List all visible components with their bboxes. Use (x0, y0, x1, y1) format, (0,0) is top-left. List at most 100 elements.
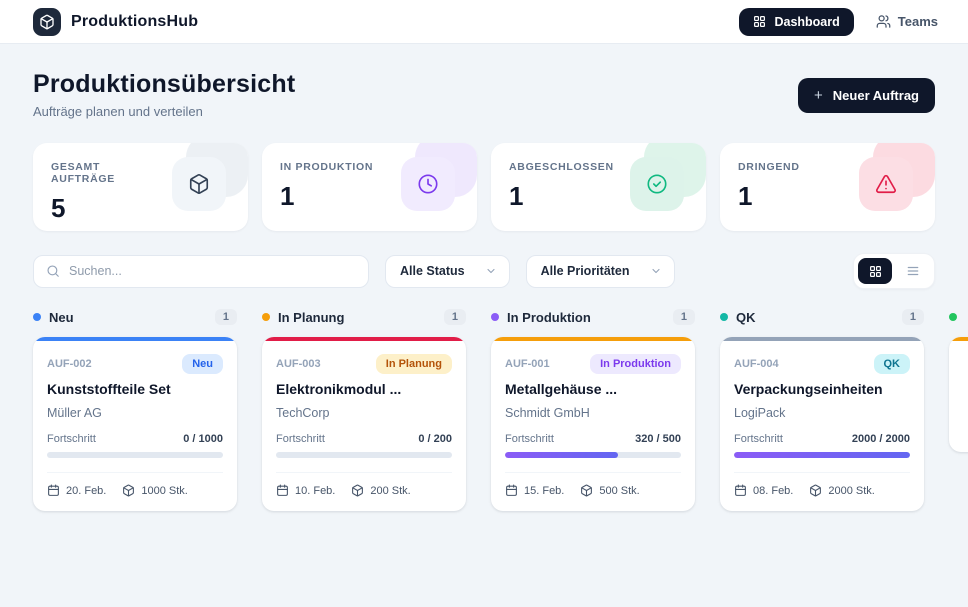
card-footer: 20. Feb. 1000 Stk. (47, 484, 223, 497)
stat-card: DRINGEND 1 (720, 143, 935, 231)
calendar-icon (276, 484, 289, 497)
quantity: 500 Stk. (580, 484, 639, 497)
grid-view-button[interactable] (858, 258, 892, 284)
quantity: 2000 Stk. (809, 484, 874, 497)
due-date: 08. Feb. (734, 484, 793, 497)
stat-label: ABGESCHLOSSEN (509, 161, 614, 173)
order-title: Metallgehäuse ... (505, 381, 681, 397)
nav-dashboard-button[interactable]: Dashboard (739, 8, 853, 36)
order-card[interactable]: AUF-001 In Produktion Metallgehäuse ... … (491, 337, 695, 511)
status-filter-select[interactable]: Alle Status (385, 255, 510, 288)
calendar-icon (734, 484, 747, 497)
app-logo-package-icon (33, 8, 61, 36)
column-count-badge: 1 (673, 309, 695, 325)
progress-value: 320 / 500 (635, 433, 681, 445)
clock-icon (401, 157, 455, 211)
view-toggle (853, 253, 935, 289)
quantity-label: 2000 Stk. (828, 485, 874, 497)
page-title: Produktionsübersicht (33, 70, 295, 99)
stat-card: ABGESCHLOSSEN 1 (491, 143, 706, 231)
stat-value: 5 (51, 193, 165, 224)
top-nav: ProduktionsHub Dashboard Teams (0, 0, 968, 44)
stat-value: 1 (509, 181, 614, 212)
stat-icon-area (622, 161, 688, 215)
column-status-dot (720, 313, 728, 321)
nav-teams-label: Teams (898, 14, 938, 29)
status-badge: Neu (182, 354, 223, 374)
column-header: QK 1 (720, 307, 924, 327)
stat-value: 1 (738, 181, 800, 212)
order-card[interactable]: AUF-002 Neu Kunststoffteile Set Müller A… (33, 337, 237, 511)
stat-value: 1 (280, 181, 373, 212)
order-card[interactable]: Fortschritt (949, 337, 968, 452)
progress-track (47, 452, 223, 458)
progress-header: Fortschritt 2000 / 2000 (734, 433, 910, 445)
grid-icon (753, 15, 766, 28)
card-footer: 15. Feb. 500 Stk. (505, 484, 681, 497)
due-date-label: 08. Feb. (753, 485, 793, 497)
column-header: In Produktion 1 (491, 307, 695, 327)
status-badge: In Produktion (590, 354, 681, 374)
kanban-column: Neu 1 AUF-002 Neu Kunststoffteile Set Mü… (33, 307, 237, 511)
progress-value: 0 / 200 (418, 433, 452, 445)
new-order-button[interactable]: + Neuer Auftrag (798, 78, 935, 113)
package-icon (580, 484, 593, 497)
stat-card: IN PRODUKTION 1 (262, 143, 477, 231)
column-status-dot (262, 313, 270, 321)
stat-label: GESAMT AUFTRÄGE (51, 161, 165, 185)
calendar-icon (505, 484, 518, 497)
column-header (949, 307, 968, 327)
page-header: Produktionsübersicht Aufträge planen und… (33, 70, 935, 119)
card-divider (734, 472, 910, 473)
nav-actions: Dashboard Teams (739, 8, 946, 36)
order-client: Schmidt GmbH (505, 406, 681, 420)
card-top-row: AUF-002 Neu (47, 354, 223, 374)
chevron-down-icon (485, 265, 497, 277)
column-cards: Fortschritt (949, 337, 968, 452)
column-count-badge: 1 (215, 309, 237, 325)
calendar-icon (47, 484, 60, 497)
progress-track (734, 452, 910, 458)
status-badge: In Planung (376, 354, 452, 374)
order-title: Elektronikmodul ... (276, 381, 452, 397)
progress-value: 0 / 1000 (183, 433, 223, 445)
order-id: AUF-003 (276, 358, 321, 370)
card-top-row: AUF-001 In Produktion (505, 354, 681, 374)
stat-text: ABGESCHLOSSEN 1 (509, 161, 614, 215)
priority-filter-value: Alle Prioritäten (541, 264, 630, 278)
nav-teams-button[interactable]: Teams (868, 8, 946, 35)
order-card[interactable]: AUF-004 QK Verpackungseinheiten LogiPack… (720, 337, 924, 511)
list-view-button[interactable] (896, 258, 930, 284)
quantity-label: 1000 Stk. (141, 485, 187, 497)
card-top-row: AUF-003 In Planung (276, 354, 452, 374)
alert-triangle-icon (859, 157, 913, 211)
column-header: In Planung 1 (262, 307, 466, 327)
card-body: AUF-003 In Planung Elektronikmodul ... T… (262, 341, 466, 511)
nav-dashboard-label: Dashboard (774, 15, 839, 29)
stat-label: DRINGEND (738, 161, 800, 173)
column-name: Neu (49, 310, 207, 325)
due-date: 10. Feb. (276, 484, 335, 497)
quantity-label: 200 Stk. (370, 485, 410, 497)
progress-header: Fortschritt 320 / 500 (505, 433, 681, 445)
quantity: 200 Stk. (351, 484, 410, 497)
search-input[interactable] (69, 264, 356, 278)
stat-text: GESAMT AUFTRÄGE 5 (51, 161, 165, 215)
brand: ProduktionsHub (33, 8, 198, 36)
stat-text: IN PRODUKTION 1 (280, 161, 373, 215)
progress-fill (734, 452, 910, 458)
search-box (33, 255, 369, 288)
kanban-column: Fortschritt (949, 307, 968, 511)
column-name: In Planung (278, 310, 436, 325)
progress-header: Fortschritt 0 / 1000 (47, 433, 223, 445)
priority-filter-select[interactable]: Alle Prioritäten (526, 255, 675, 288)
package-icon (809, 484, 822, 497)
check-circle-icon (630, 157, 684, 211)
package-icon (351, 484, 364, 497)
card-divider (276, 472, 452, 473)
card-divider (47, 472, 223, 473)
order-card[interactable]: AUF-003 In Planung Elektronikmodul ... T… (262, 337, 466, 511)
card-divider (505, 472, 681, 473)
column-status-dot (491, 313, 499, 321)
chevron-down-icon (650, 265, 662, 277)
